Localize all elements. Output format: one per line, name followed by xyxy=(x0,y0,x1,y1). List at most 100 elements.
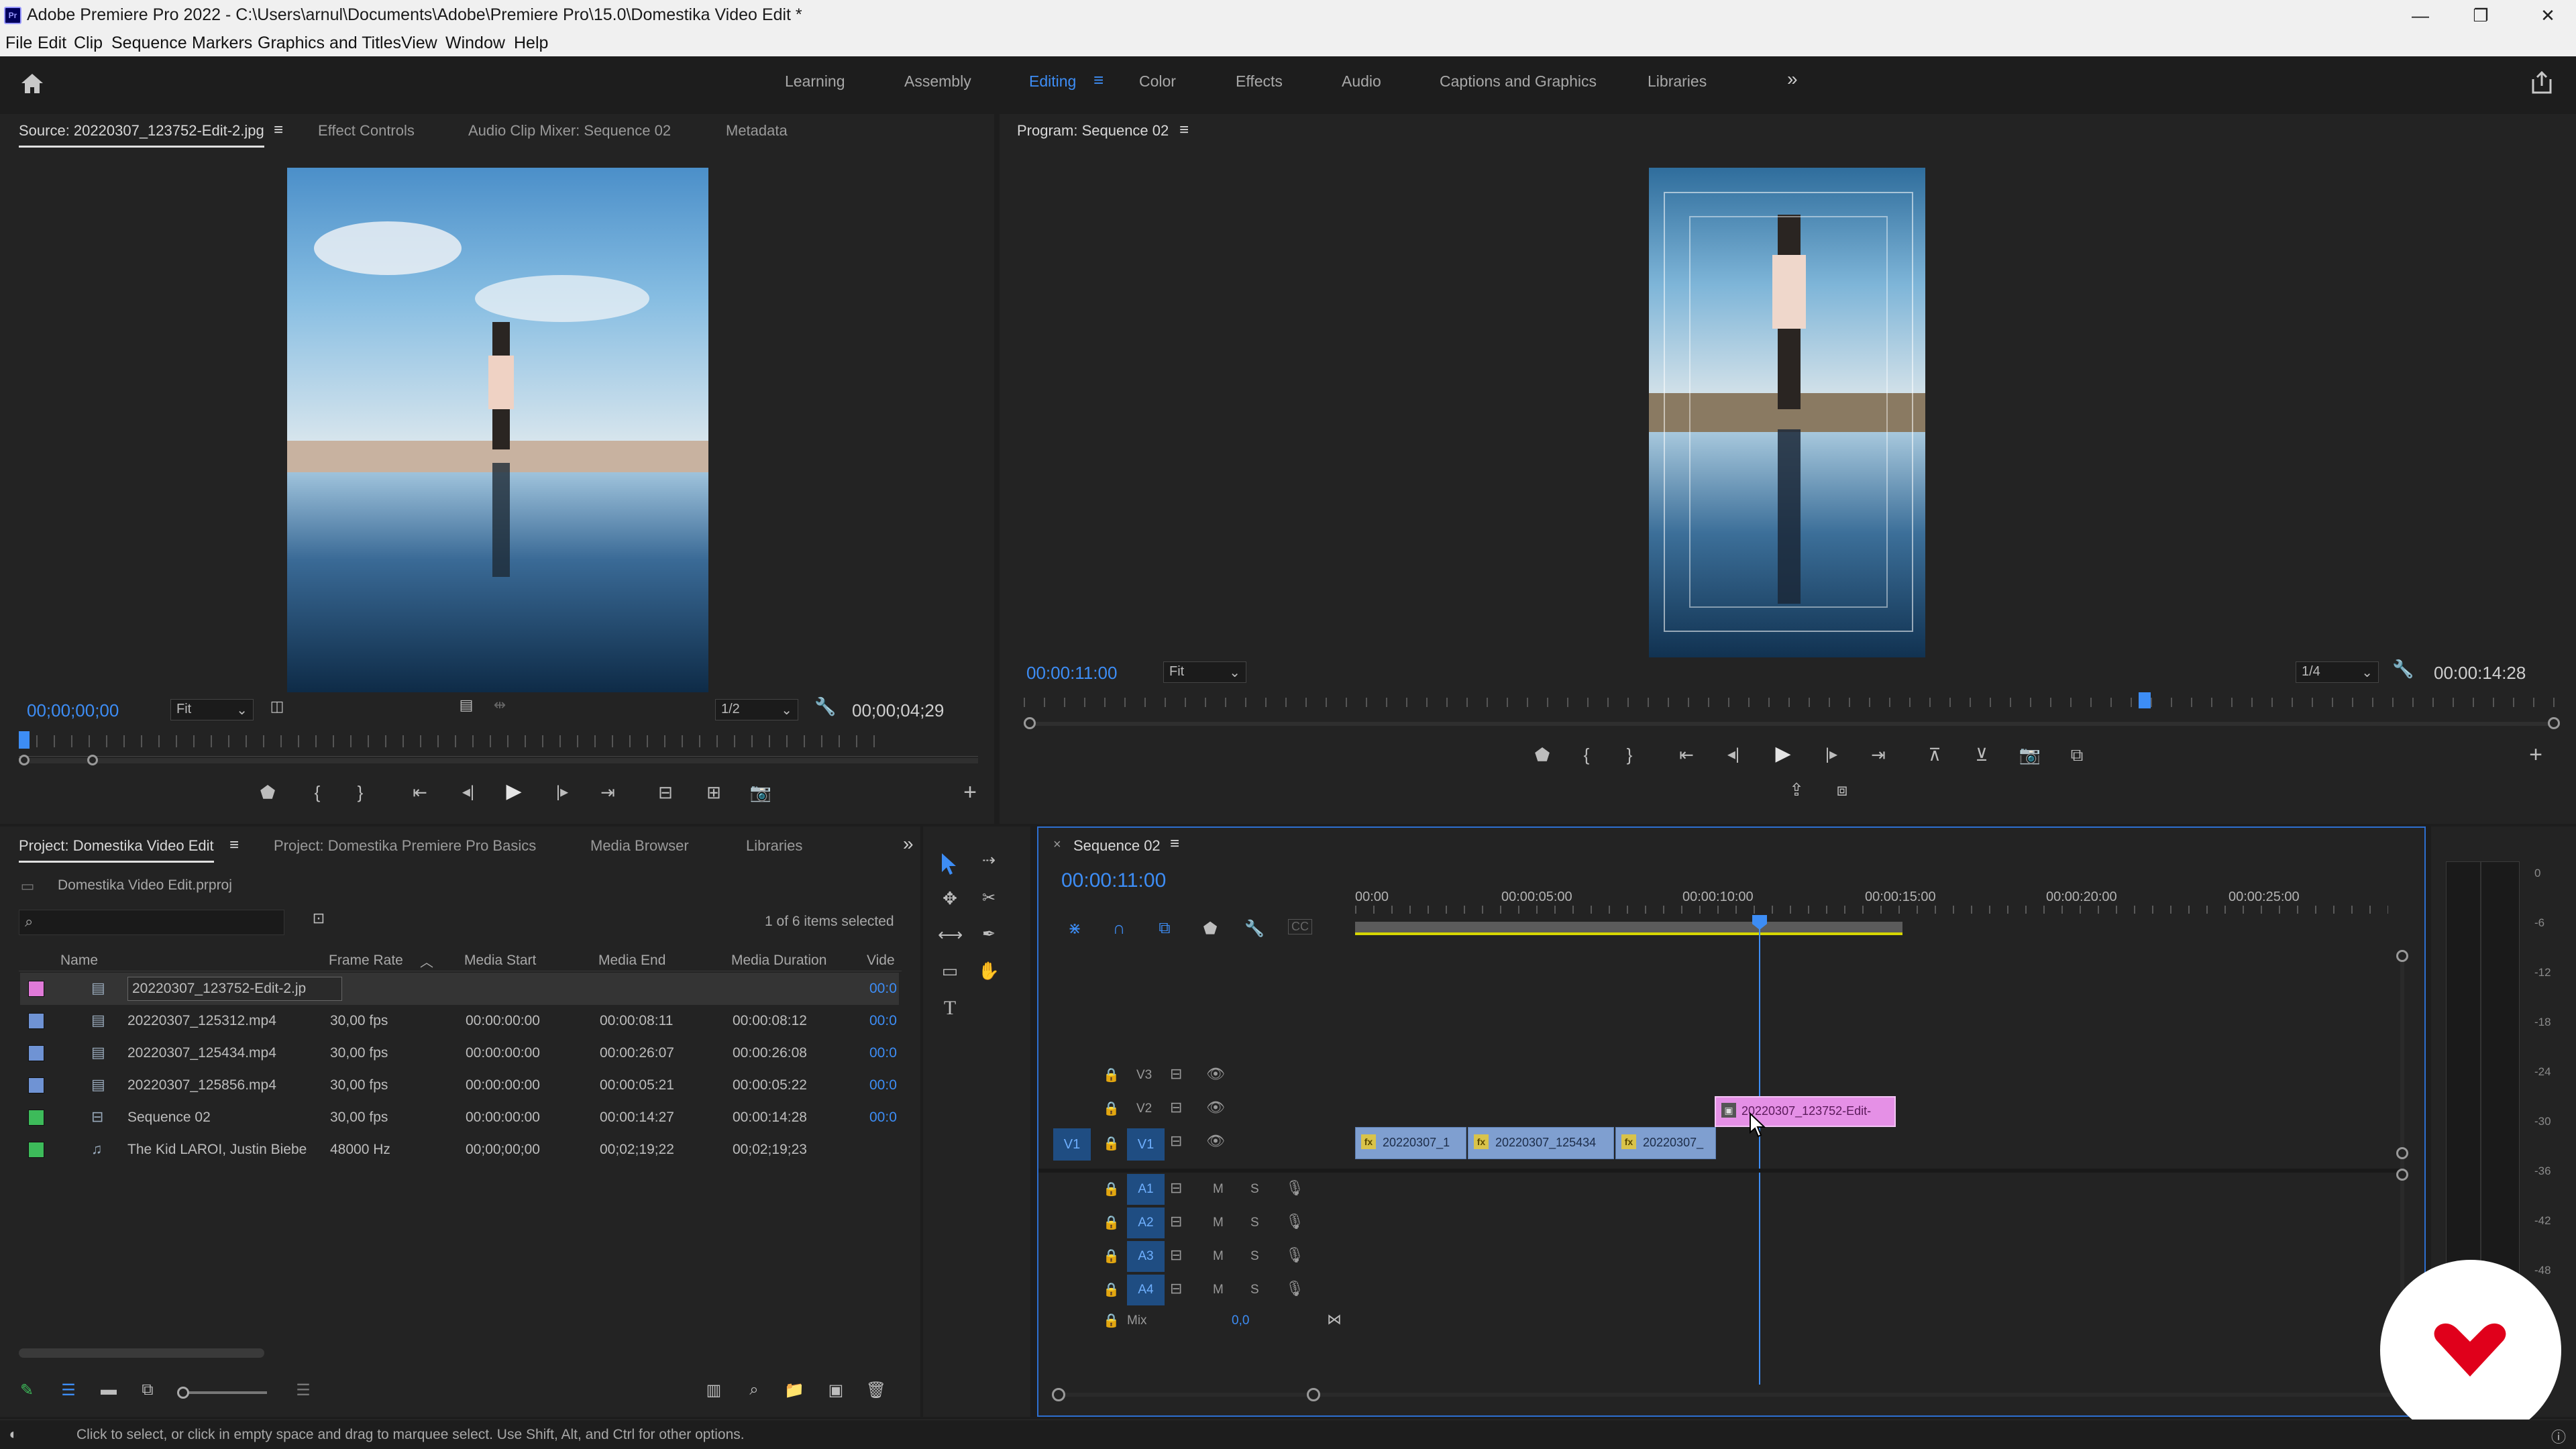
timeline-ruler[interactable]: 00:00 00:00:05:00 00:00:10:00 00:00:15:0… xyxy=(1355,888,2388,914)
restore-button[interactable]: ❐ xyxy=(2461,3,2501,28)
ripple-edit-tool-icon[interactable]: ✥ xyxy=(938,888,962,909)
mark-out-icon[interactable]: } xyxy=(1619,745,1640,765)
solo-button[interactable]: S xyxy=(1250,1249,1259,1264)
program-playhead[interactable] xyxy=(2139,692,2151,708)
more-panels-icon[interactable]: » xyxy=(903,833,914,855)
menu-sequence[interactable]: Sequence xyxy=(111,34,187,53)
timeline-timecode[interactable]: 00:00:11:00 xyxy=(1061,869,1166,892)
column-media-duration[interactable]: Media Duration xyxy=(731,953,826,969)
microphone-icon[interactable]: 🎙 xyxy=(1285,1280,1304,1297)
slip-tool-icon[interactable]: ⟷ xyxy=(938,924,963,945)
lock-icon[interactable]: 🔒 xyxy=(1103,1135,1120,1152)
more-workspaces-icon[interactable]: » xyxy=(1787,68,1798,90)
add-marker-icon[interactable]: ⬟ xyxy=(1532,745,1552,765)
selection-tool-icon[interactable] xyxy=(938,852,959,876)
track-a4-label[interactable]: A4 xyxy=(1127,1275,1165,1305)
workspace-assembly[interactable]: Assembly xyxy=(904,72,971,91)
lock-icon[interactable]: 🔒 xyxy=(1103,1312,1120,1329)
label-color-swatch[interactable] xyxy=(28,1142,44,1158)
tab-media-browser[interactable]: Media Browser xyxy=(590,837,689,855)
lock-icon[interactable]: 🔒 xyxy=(1103,1248,1120,1265)
tab-project-domestika-video-edit[interactable]: Project: Domestika Video Edit xyxy=(19,837,214,863)
project-item-row[interactable]: ▤ 20220307_125434.mp4 30,00 fps 00:00:00:00… xyxy=(20,1037,899,1069)
workspace-captions[interactable]: Captions and Graphics xyxy=(1440,72,1597,91)
work-area-bar[interactable] xyxy=(1355,922,1902,935)
timeline-clip[interactable]: fx 20220307_125434 xyxy=(1468,1127,1614,1159)
nest-icon[interactable]: ⋇ xyxy=(1064,919,1085,938)
mix-volume-value[interactable]: 0,0 xyxy=(1232,1313,1249,1328)
workspace-audio[interactable]: Audio xyxy=(1342,72,1381,91)
project-item-row[interactable]: ▤ 20220307_125856.mp4 30,00 fps 00:00:00:00… xyxy=(20,1069,899,1102)
project-item-row[interactable]: ♫ The Kid LAROI, Justin Biebe 48000 Hz 00;0… xyxy=(20,1134,899,1166)
project-search-input[interactable]: ⌕ xyxy=(19,910,284,935)
share-icon[interactable] xyxy=(2530,70,2553,95)
step-back-icon[interactable]: ◂| xyxy=(456,782,480,802)
find-icon[interactable]: ⌕ xyxy=(742,1381,766,1399)
source-resolution-dropdown[interactable]: 1/2 ⌄ xyxy=(715,699,798,720)
add-marker-icon[interactable]: ⬟ xyxy=(258,782,278,803)
eye-icon[interactable]: 👁 xyxy=(1206,1132,1225,1150)
workspace-editing[interactable]: Editing xyxy=(1029,72,1076,91)
add-marker-icon[interactable]: ⬟ xyxy=(1199,919,1221,938)
eye-icon[interactable]: 👁 xyxy=(1206,1065,1225,1083)
track-a1-label[interactable]: A1 xyxy=(1127,1174,1165,1205)
type-tool-icon[interactable]: T xyxy=(938,997,962,1020)
menu-edit[interactable]: Edit xyxy=(38,34,66,53)
button-editor-icon[interactable]: + xyxy=(2524,742,2548,768)
label-color-swatch[interactable] xyxy=(28,1077,44,1093)
solo-button[interactable]: S xyxy=(1250,1216,1259,1230)
column-media-start[interactable]: Media Start xyxy=(464,953,536,969)
lift-icon[interactable]: ⊼ xyxy=(1921,745,1948,765)
sync-lock-icon[interactable]: ⊟ xyxy=(1170,1213,1182,1230)
step-back-icon[interactable]: ◂| xyxy=(1721,745,1746,764)
sync-lock-icon[interactable]: ⊟ xyxy=(1170,1132,1182,1150)
program-timecode[interactable]: 00:00:11:00 xyxy=(1026,663,1117,684)
menu-help[interactable]: Help xyxy=(514,34,548,53)
solo-button[interactable]: S xyxy=(1250,1283,1259,1297)
new-search-bin-icon[interactable]: ⊡ xyxy=(307,910,330,927)
program-zoom-bar[interactable] xyxy=(1024,717,2560,729)
rectangle-tool-icon[interactable]: ▭ xyxy=(938,961,962,981)
insert-icon[interactable]: ⊟ xyxy=(652,782,679,803)
track-a2-label[interactable]: A2 xyxy=(1127,1208,1165,1238)
comparison-view-icon[interactable]: ⧉ xyxy=(2063,745,2090,766)
tab-source[interactable]: Source: 20220307_123752-Edit-2.jpg xyxy=(19,122,264,148)
label-color-swatch[interactable] xyxy=(28,1110,44,1126)
program-fit-dropdown[interactable]: Fit ⌄ xyxy=(1163,661,1246,683)
menu-view[interactable]: View xyxy=(401,34,437,53)
sync-lock-icon[interactable]: ⊟ xyxy=(1170,1099,1182,1116)
razor-tool-icon[interactable]: ✂ xyxy=(977,888,1001,908)
timeline-still-clip[interactable]: ▣ 20220307_123752-Edit- xyxy=(1715,1096,1896,1127)
close-sequence-icon[interactable]: × xyxy=(1053,837,1061,853)
zoom-slider[interactable] xyxy=(177,1387,267,1399)
project-item-row[interactable]: ▤ 20220307_125312.mp4 30,00 fps 00:00:00:00… xyxy=(20,1005,899,1037)
track-a3-label[interactable]: A3 xyxy=(1127,1241,1165,1272)
source-panel-menu-icon[interactable]: ≡ xyxy=(274,121,283,140)
project-horizontal-scrollbar[interactable] xyxy=(19,1348,264,1358)
column-name[interactable]: Name xyxy=(60,953,98,969)
tab-program[interactable]: Program: Sequence 02 xyxy=(1017,122,1169,140)
drag-audio-icon[interactable]: ⇹ xyxy=(490,696,510,714)
pen-tool-icon[interactable]: ✒ xyxy=(977,924,1001,944)
captions-icon[interactable]: CC xyxy=(1288,919,1312,934)
workspace-learning[interactable]: Learning xyxy=(785,72,845,91)
sync-lock-icon[interactable]: ⊟ xyxy=(1170,1246,1182,1264)
extract-icon[interactable]: ⊻ xyxy=(1968,745,1995,765)
tab-libraries[interactable]: Libraries xyxy=(746,837,802,855)
source-zoom-bar[interactable] xyxy=(19,755,978,765)
source-v1-patch[interactable]: V1 xyxy=(1053,1128,1091,1161)
project-item-row[interactable]: ▤ 20220307_123752-Edit-2.jp 00:0 xyxy=(20,973,899,1005)
sync-lock-icon[interactable]: ⊟ xyxy=(1170,1179,1182,1197)
tab-project-premiere-basics[interactable]: Project: Domestika Premiere Pro Basics xyxy=(274,837,536,855)
go-to-end-icon[interactable]: ⋈ xyxy=(1327,1311,1342,1328)
play-icon[interactable]: ▶ xyxy=(1771,742,1795,765)
label-color-swatch[interactable] xyxy=(28,1045,44,1061)
write-protect-pencil-icon[interactable]: ✎ xyxy=(15,1381,39,1400)
source-time-ruler[interactable] xyxy=(19,730,978,757)
lock-icon[interactable]: 🔒 xyxy=(1103,1214,1120,1231)
menu-window[interactable]: Window xyxy=(445,34,505,53)
tab-metadata[interactable]: Metadata xyxy=(726,122,788,140)
timeline-settings-wrench-icon[interactable]: 🔧 xyxy=(1244,919,1265,938)
timeline-clip[interactable]: fx 20220307_ xyxy=(1615,1127,1716,1159)
program-panel-menu-icon[interactable]: ≡ xyxy=(1179,121,1189,140)
